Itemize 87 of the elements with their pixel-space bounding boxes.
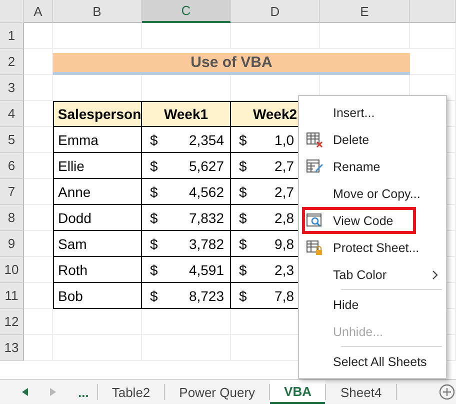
table-cell: 7,8 bbox=[274, 288, 294, 304]
row-header[interactable]: 5 bbox=[0, 127, 24, 153]
sheet-tab[interactable]: Table2 bbox=[98, 380, 164, 404]
menu-item[interactable]: Tab Color bbox=[299, 261, 446, 288]
sheet-cell[interactable] bbox=[142, 23, 231, 49]
currency-symbol: $ bbox=[239, 132, 247, 148]
sheet-cell[interactable] bbox=[320, 23, 410, 49]
table-lock-icon bbox=[306, 240, 324, 256]
row-header[interactable]: 4 bbox=[0, 101, 24, 127]
row-header[interactable]: 12 bbox=[0, 309, 24, 335]
menu-item[interactable]: Rename bbox=[299, 153, 446, 180]
table-cell: Dodd bbox=[53, 205, 142, 231]
table-x-icon bbox=[306, 132, 324, 148]
table-cell: 9,8 bbox=[274, 236, 294, 252]
sheet-cell[interactable] bbox=[231, 23, 320, 49]
menu-item[interactable]: Delete bbox=[299, 126, 446, 153]
table-cell: 4,591 bbox=[188, 262, 224, 278]
table-cell: 2,7 bbox=[274, 184, 294, 200]
table-cell: Bob bbox=[53, 283, 142, 309]
add-sheet-icon[interactable] bbox=[438, 384, 455, 400]
currency-symbol: $ bbox=[239, 236, 247, 252]
currency-symbol: $ bbox=[150, 210, 158, 226]
table-cell: 8,723 bbox=[188, 288, 224, 304]
scroll-right-icon[interactable] bbox=[50, 388, 56, 396]
currency-symbol: $ bbox=[239, 210, 247, 226]
menu-item[interactable]: Protect Sheet... bbox=[299, 234, 446, 261]
row-header[interactable]: 7 bbox=[0, 179, 24, 205]
table-cell: 2,7 bbox=[274, 158, 294, 174]
table-cell: 7,832 bbox=[188, 210, 224, 226]
currency-symbol: $ bbox=[150, 288, 158, 304]
table-cell: Anne bbox=[53, 179, 142, 205]
sheet-cell[interactable] bbox=[24, 335, 53, 361]
row-header[interactable]: 8 bbox=[0, 205, 24, 231]
table-header-cell: Week1 bbox=[142, 101, 231, 127]
table-cell: 5,627 bbox=[188, 158, 224, 174]
table-cell: 2,3 bbox=[274, 262, 294, 278]
sheet-cell[interactable] bbox=[53, 23, 142, 49]
table-cell: Emma bbox=[53, 127, 142, 153]
row-header[interactable]: 2 bbox=[0, 49, 24, 75]
table-cell: 2,8 bbox=[274, 210, 294, 226]
table-cell: Sam bbox=[53, 231, 142, 257]
currency-symbol: $ bbox=[239, 262, 247, 278]
row-header[interactable]: 13 bbox=[0, 335, 24, 361]
table-pencil-icon bbox=[306, 158, 324, 174]
row-header[interactable]: 9 bbox=[0, 231, 24, 257]
sheet-tab[interactable]: Sheet4 bbox=[326, 380, 396, 404]
currency-symbol: $ bbox=[239, 158, 247, 174]
column-header[interactable]: B bbox=[53, 0, 142, 23]
table-cell: Roth bbox=[53, 257, 142, 283]
table-header-cell: Salesperson bbox=[53, 101, 142, 127]
currency-symbol: $ bbox=[150, 158, 158, 174]
window-magnifier-icon bbox=[306, 212, 324, 228]
row-header[interactable]: 1 bbox=[0, 23, 24, 49]
currency-symbol: $ bbox=[150, 184, 158, 200]
scroll-left-icon[interactable] bbox=[22, 388, 28, 396]
column-header[interactable]: E bbox=[320, 0, 410, 23]
sheet-cell[interactable] bbox=[410, 23, 456, 49]
currency-symbol: $ bbox=[150, 132, 158, 148]
menu-item[interactable]: Select All Sheets bbox=[299, 348, 446, 375]
currency-symbol: $ bbox=[239, 288, 247, 304]
row-header[interactable]: 3 bbox=[0, 75, 24, 101]
row-header[interactable]: 6 bbox=[0, 153, 24, 179]
sheet-cell[interactable] bbox=[24, 23, 53, 49]
sheet-cell[interactable] bbox=[24, 309, 53, 335]
column-header[interactable]: A bbox=[24, 0, 53, 23]
sheet-tab[interactable]: Power Query bbox=[165, 380, 270, 404]
chevron-right-icon bbox=[432, 270, 438, 280]
menu-item[interactable]: Hide bbox=[299, 291, 446, 318]
sheet-cell[interactable] bbox=[24, 75, 53, 101]
menu-item[interactable]: Move or Copy... bbox=[299, 180, 446, 207]
more-sheets-button[interactable]: ... bbox=[78, 384, 89, 400]
currency-symbol: $ bbox=[239, 184, 247, 200]
currency-symbol: $ bbox=[150, 236, 158, 252]
row-header[interactable]: 11 bbox=[0, 283, 24, 309]
title-banner: Use of VBA bbox=[53, 53, 410, 75]
table-cell: Ellie bbox=[53, 153, 142, 179]
select-all-corner[interactable] bbox=[0, 0, 24, 23]
currency-symbol: $ bbox=[150, 262, 158, 278]
table-cell: 4,562 bbox=[188, 184, 224, 200]
table-cell: 2,354 bbox=[188, 132, 224, 148]
column-header[interactable]: C bbox=[142, 0, 231, 23]
table-cell: 3,782 bbox=[188, 236, 224, 252]
column-header[interactable]: D bbox=[231, 0, 320, 23]
sheet-tab[interactable]: VBA bbox=[270, 380, 326, 404]
table-cell: 1,0 bbox=[274, 132, 294, 148]
row-header[interactable]: 10 bbox=[0, 257, 24, 283]
menu-item[interactable]: View Code bbox=[302, 207, 416, 234]
